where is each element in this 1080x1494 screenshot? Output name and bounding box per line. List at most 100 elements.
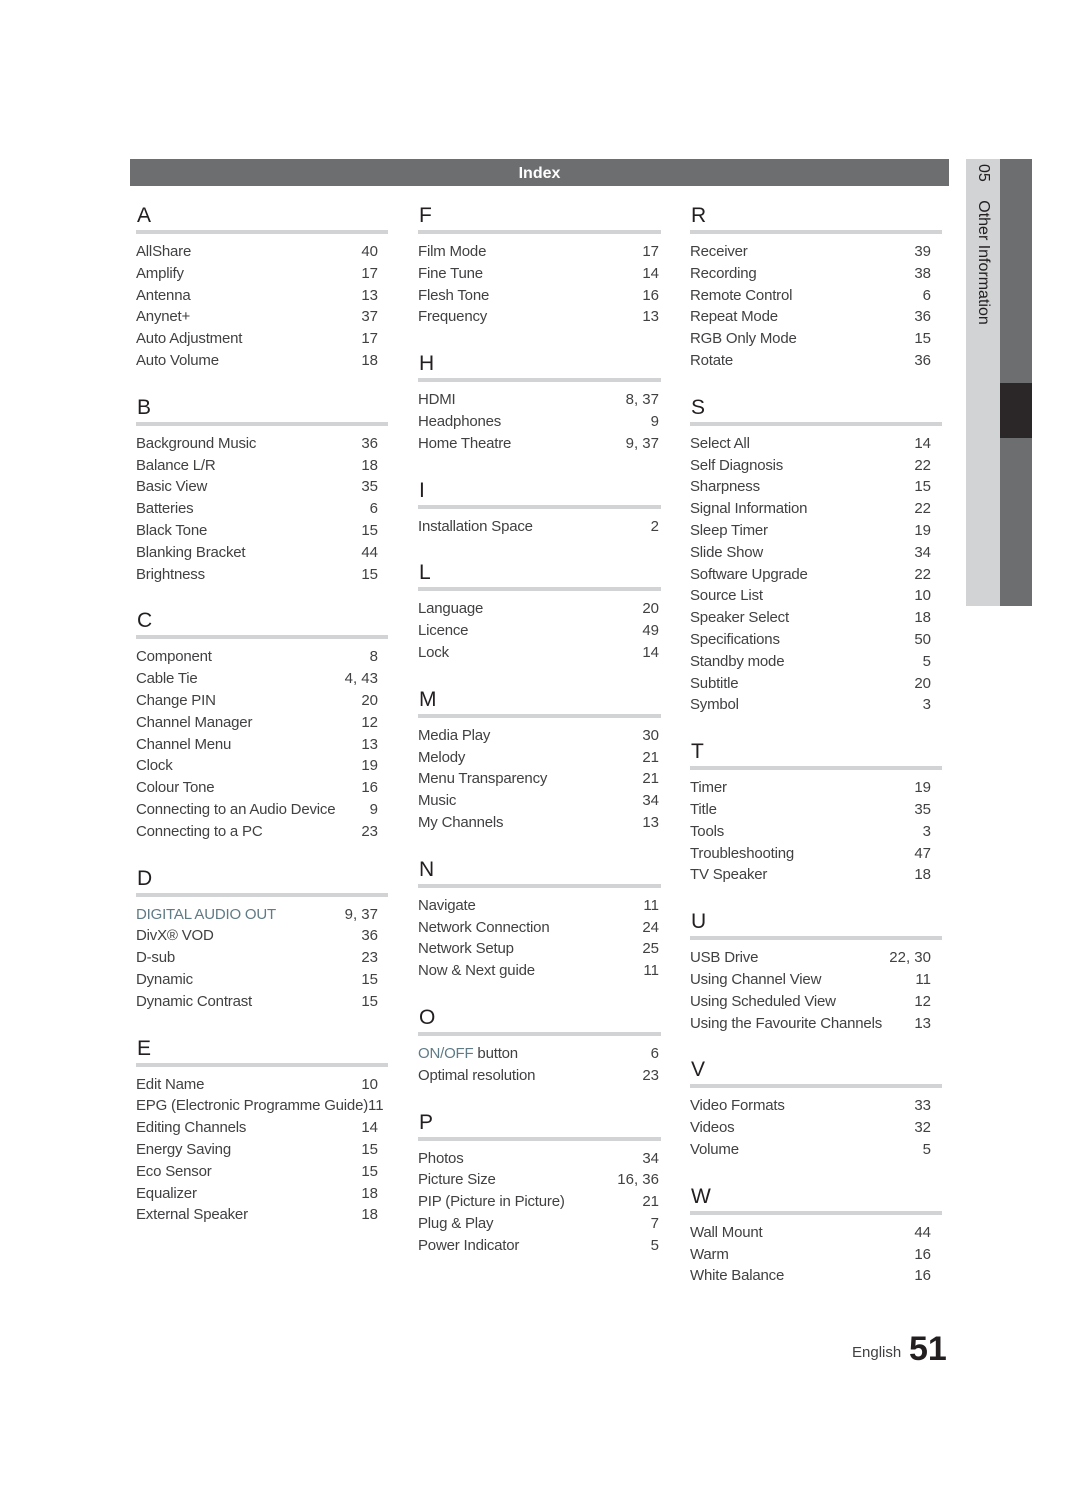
index-page-ref: 20: [914, 674, 931, 692]
index-entry: Receiver 39: [690, 241, 931, 263]
index-term: Network Setup: [418, 940, 514, 958]
index-entry: Remote Control 6: [690, 285, 931, 307]
index-term: Sharpness: [690, 478, 760, 496]
index-term: DivX® VOD: [136, 927, 214, 945]
index-page-ref: 18: [361, 1206, 378, 1224]
index-entry: D-sub 23: [136, 947, 378, 969]
index-term: Change PIN: [136, 691, 216, 709]
index-term: Subtitle: [690, 674, 739, 692]
index-page-ref: 50: [914, 630, 931, 648]
footer-language: English: [852, 1344, 902, 1361]
index-section-o: O ON/OFF button 6 Optimal resolution 23: [418, 1002, 661, 1087]
index-page-ref: 18: [361, 1184, 378, 1202]
index-section-b: B Background Music 36 Balance L/R 18 Basic Vi…: [136, 392, 388, 586]
index-term: Clock: [136, 757, 173, 775]
index-entry: Optimal resolution 23: [418, 1065, 659, 1087]
index-page-ref: 44: [361, 543, 378, 561]
index-term: RGB Only Mode: [690, 330, 797, 348]
index-entry: Navigate 11: [418, 895, 659, 917]
index-term: Headphones: [418, 412, 502, 430]
section-letter: C: [137, 609, 153, 633]
index-page-ref: 23: [361, 822, 378, 840]
index-entry: DivX® VOD 36: [136, 925, 378, 947]
index-entry: Using Scheduled View 12: [690, 991, 931, 1013]
index-page-ref: 36: [914, 351, 931, 369]
section-divider: [690, 421, 942, 426]
section-letter: H: [419, 352, 435, 376]
index-page-ref: 10: [914, 587, 931, 605]
index-entry: DIGITAL AUDIO OUT 9, 37: [136, 904, 378, 926]
index-page-ref: 12: [361, 713, 378, 731]
index-term: Remote Control: [690, 286, 793, 304]
index-section-c: C Component 8 Cable Tie 4, 43 Change PIN 20 Cha…: [136, 605, 388, 842]
index-page-ref: 33: [914, 1097, 931, 1115]
index-entry: Equalizer 18: [136, 1183, 378, 1205]
index-term: Dynamic: [136, 970, 193, 988]
index-term: Flesh Tone: [418, 286, 490, 304]
index-section-n: N Navigate 11 Network Connection 24 Network S…: [418, 854, 661, 982]
index-term: Cable Tie: [136, 670, 198, 688]
section-divider: [418, 587, 661, 592]
index-term: HDMI: [418, 391, 456, 409]
index-page-ref: 21: [642, 1193, 659, 1211]
index-header-bar: Index: [130, 159, 949, 186]
index-page-ref: 18: [361, 456, 378, 474]
index-section-m: M Media Play 30 Melody 21 Menu Transparency 21…: [418, 684, 661, 834]
index-page-ref: 16, 36: [617, 1171, 659, 1189]
index-entry: Tools 3: [690, 821, 931, 843]
index-entry: My Channels 13: [418, 812, 659, 834]
index-entry: Network Setup 25: [418, 938, 659, 960]
index-term: Photos: [418, 1149, 464, 1167]
index-section-w: W Wall Mount 44 Warm 16 White Balance 16: [690, 1181, 942, 1287]
index-section-d: D DIGITAL AUDIO OUT 9, 37 DivX® VOD 36 D-sub 2…: [136, 863, 388, 1013]
index-entry: Brightness 15: [136, 564, 378, 586]
index-section-u: U USB Drive 22, 30 Using Channel View 11 Usin…: [690, 906, 942, 1034]
index-term: ON/OFF button: [418, 1043, 518, 1065]
index-page-ref: 19: [914, 521, 931, 539]
index-term: Equalizer: [136, 1184, 197, 1202]
index-term: Lock: [418, 643, 449, 661]
index-page-ref: 15: [361, 992, 378, 1010]
index-page-ref: 11: [643, 962, 659, 980]
index-entry: Network Connection 24: [418, 917, 659, 939]
index-term: AllShare: [136, 243, 192, 260]
index-term: Videos: [690, 1119, 735, 1137]
section-letter: U: [691, 910, 707, 934]
index-entry: Antenna 13: [136, 285, 378, 307]
index-term: Repeat Mode: [690, 308, 778, 326]
index-term: Component: [136, 648, 212, 666]
index-page-ref: 32: [914, 1119, 931, 1137]
index-entry: Batteries 6: [136, 498, 378, 520]
index-entry: Wall Mount 44: [690, 1222, 931, 1244]
index-page-ref: 8: [369, 648, 378, 666]
index-entry: Video Formats 33: [690, 1095, 931, 1117]
index-term: Antenna: [136, 286, 191, 304]
index-page-ref: 34: [642, 1149, 659, 1167]
index-entry: Channel Manager 12: [136, 712, 378, 734]
section-letter: N: [419, 857, 435, 881]
index-page-ref: 8, 37: [625, 391, 659, 409]
index-term: Brightness: [136, 565, 205, 583]
index-entry: Title 35: [690, 799, 931, 821]
index-entry: HDMI 8, 37: [418, 389, 659, 411]
index-term: PIP (Picture in Picture): [418, 1193, 565, 1211]
index-term-highlight: ON/OFF: [418, 1044, 474, 1062]
section-divider: [690, 230, 942, 234]
index-term: Plug & Play: [418, 1214, 494, 1232]
index-term: Troubleshooting: [690, 844, 795, 862]
index-entry: Repeat Mode 36: [690, 306, 931, 328]
index-entry: Lock 14: [418, 642, 659, 664]
index-entry: Slide Show 34: [690, 542, 931, 564]
index-page-ref: 16: [914, 1267, 931, 1285]
index-term: Sleep Timer: [690, 521, 768, 539]
section-divider: [418, 1136, 661, 1141]
index-term: Amplify: [136, 264, 184, 282]
index-term: Anynet+: [136, 308, 191, 326]
index-entry: Picture Size 16, 36: [418, 1169, 659, 1191]
index-page-ref: 20: [642, 600, 659, 618]
index-term: Optimal resolution: [418, 1066, 536, 1084]
section-divider: [136, 1062, 388, 1067]
index-term: Signal Information: [690, 500, 808, 518]
index-term: Auto Adjustment: [136, 330, 243, 348]
index-page-ref: 24: [642, 918, 659, 936]
